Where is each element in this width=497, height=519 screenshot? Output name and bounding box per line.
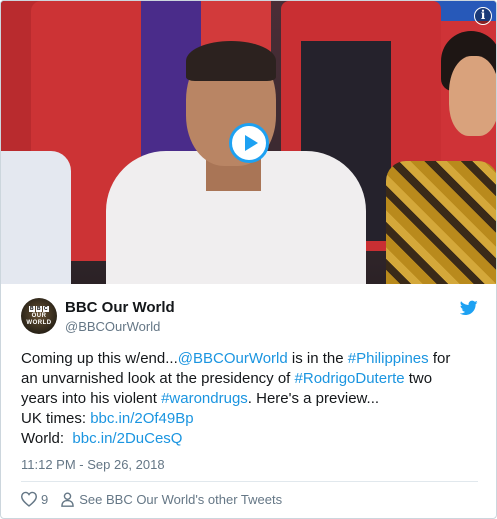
heart-icon[interactable] (20, 491, 38, 507)
avatar-text-world: WORLD (26, 319, 52, 326)
woman-patterned-dress (386, 161, 496, 284)
tweet-line-2: an unvarnished look at the presidency of… (21, 369, 478, 389)
hashtag-link[interactable]: #warondrugs (161, 390, 248, 407)
tweet-actions: 9 See BBC Our World's other Tweets (20, 491, 478, 507)
author-name[interactable]: BBC Our World (65, 299, 175, 316)
avatar[interactable]: B B C OUR WORLD (21, 298, 57, 334)
divider (21, 481, 478, 482)
person-icon (61, 491, 75, 507)
text-segment: for (428, 350, 451, 367)
tweet-text: Coming up this w/end...@BBCOurWorld is i… (21, 349, 478, 449)
info-icon[interactable]: i (474, 7, 492, 25)
hashtag-link[interactable]: #Philippines (348, 350, 429, 367)
tweet-timestamp[interactable]: 11:12 PM - Sep 26, 2018 (21, 457, 478, 472)
tweet-body: B B C OUR WORLD BBC Our World @BBCOurWor… (1, 284, 496, 518)
tweet-line-5: World: bbc.in/2DuCesQ (21, 429, 478, 449)
tweet-line-1: Coming up this w/end...@BBCOurWorld is i… (21, 349, 478, 369)
mention-link[interactable]: @BBCOurWorld (178, 350, 288, 367)
bbc-letter-b1: B (29, 305, 35, 312)
text-segment: an unvarnished look at the presidency of (21, 370, 295, 387)
avatar-text-our: OUR (31, 312, 47, 319)
bbc-logo: B B C (29, 305, 49, 312)
bbc-letter-c: C (43, 305, 49, 312)
text-segment: UK times: (21, 410, 91, 427)
text-segment: . Here's a preview... (247, 390, 380, 407)
person-white-shirt-left (1, 151, 71, 284)
tweet-header: B B C OUR WORLD BBC Our World @BBCOurWor… (21, 298, 478, 338)
text-segment: is in the (287, 350, 348, 367)
see-other-tweets-link[interactable]: See BBC Our World's other Tweets (79, 492, 282, 507)
tweet-line-4: UK times: bbc.in/2Of49Bp (21, 409, 478, 429)
author-handle[interactable]: @BBCOurWorld (65, 319, 160, 334)
video-thumbnail[interactable]: i (1, 1, 496, 284)
embedded-tweet-card: i B B C OUR WORLD BBC Our World @BBCOurW… (0, 0, 497, 519)
hashtag-link[interactable]: #RodrigoDuterte (295, 370, 405, 387)
text-segment: Coming up this w/end... (21, 350, 178, 367)
bbc-letter-b2: B (36, 305, 42, 312)
world-link[interactable]: bbc.in/2DuCesQ (72, 430, 182, 447)
woman-face (449, 56, 496, 136)
uk-times-link[interactable]: bbc.in/2Of49Bp (90, 410, 193, 427)
tweet-line-3: years into his violent #warondrugs. Here… (21, 389, 478, 409)
play-icon (244, 135, 258, 151)
twitter-bird-icon[interactable] (460, 300, 478, 316)
text-segment: World: (21, 430, 73, 447)
text-segment: years into his violent (21, 390, 162, 407)
man-hair (186, 41, 276, 81)
text-segment: two (404, 370, 433, 387)
like-count[interactable]: 9 (41, 492, 48, 507)
play-button[interactable] (229, 123, 269, 163)
